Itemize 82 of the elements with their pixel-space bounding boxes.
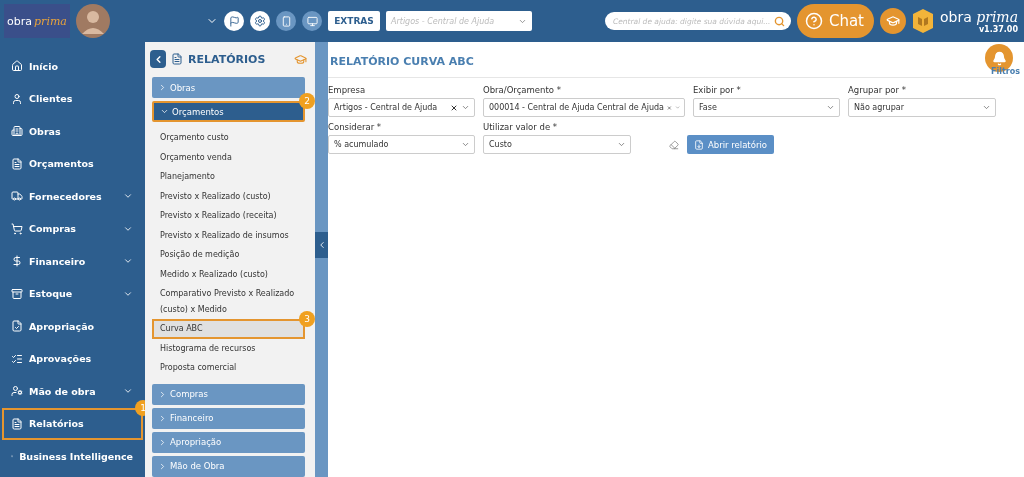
dollar-icon	[11, 255, 23, 268]
user-icon	[11, 92, 23, 105]
sidebar-item[interactable]: Clientes	[2, 82, 143, 115]
eraser-icon[interactable]	[669, 140, 679, 150]
chevron-right-icon	[158, 461, 167, 471]
report-item[interactable]: Curva ABC	[152, 319, 305, 339]
sidebar-item[interactable]: Fornecedores	[2, 180, 143, 213]
flag-icon[interactable]	[224, 11, 244, 31]
settings-icon[interactable]	[250, 11, 270, 31]
caret-icon	[461, 140, 470, 149]
question-icon	[804, 12, 823, 30]
chevron-down-icon	[160, 107, 169, 116]
field-label: Considerar *	[328, 122, 383, 132]
avatar[interactable]	[76, 4, 110, 38]
step-badge: 3	[299, 311, 315, 327]
archive-icon	[11, 287, 23, 300]
sidebar-item[interactable]: Compras	[2, 212, 143, 245]
report-item[interactable]: Previsto x Realizado (receita)	[152, 206, 305, 226]
field-label: Exibir por *	[693, 85, 742, 95]
select-field[interactable]: 000014 - Central de Ajuda Central de Ajuda	[483, 98, 685, 117]
select-field[interactable]: Artigos - Central de Ajuda	[328, 98, 475, 117]
home-icon	[11, 60, 23, 73]
chevron-right-icon	[158, 413, 167, 423]
report-item[interactable]: Proposta comercial	[152, 358, 305, 378]
caret-icon	[674, 103, 680, 112]
document-icon	[11, 417, 23, 430]
open-report-button[interactable]: Abrir relatório	[687, 135, 774, 154]
document-icon	[11, 157, 23, 170]
field-label: Empresa	[328, 85, 367, 95]
filters-link[interactable]: Filtros	[991, 67, 1020, 76]
field-label: Utilizar valor de *	[483, 122, 559, 132]
clear-icon[interactable]	[450, 103, 458, 112]
step-badge: 2	[299, 93, 315, 109]
report-item[interactable]: Orçamento venda	[152, 147, 305, 167]
cart-icon	[11, 222, 23, 235]
chevron-right-icon	[158, 437, 167, 447]
report-item[interactable]: Medido x Realizado (custo)	[152, 264, 305, 284]
sidebar-item[interactable]: Estoque	[2, 277, 143, 310]
sidebar-item[interactable]: Início	[2, 50, 143, 83]
document-icon	[694, 139, 704, 150]
user-gear-icon	[11, 385, 23, 398]
report-item[interactable]: Posição de medição	[152, 245, 305, 265]
sidebar-item[interactable]: Obras	[2, 115, 143, 148]
caret-icon	[461, 103, 470, 112]
sidebar-item[interactable]: Business Intelligence	[2, 440, 143, 473]
sidebar-item[interactable]: Apropriação	[2, 310, 143, 343]
graduation-cap-icon[interactable]	[880, 8, 906, 34]
select-field[interactable]: % acumulado	[328, 135, 475, 154]
field-label: Obra/Orçamento *	[483, 85, 562, 95]
logo[interactable]: obra prima	[4, 4, 70, 38]
panel-title: RELATÓRIOS	[188, 52, 267, 66]
document-icon	[171, 53, 183, 65]
sidebar-item[interactable]: Financeiro	[2, 245, 143, 278]
report-item[interactable]: Previsto x Realizado (custo)	[152, 186, 305, 206]
search-icon[interactable]	[773, 15, 785, 27]
report-item[interactable]: Histograma de recursos	[152, 338, 305, 358]
select-field[interactable]: Custo	[483, 135, 631, 154]
chevron-right-icon	[158, 83, 167, 92]
chevron-right-icon	[158, 389, 167, 399]
buildings-icon	[11, 125, 23, 138]
report-item[interactable]: Previsto x Realizado de insumos	[152, 225, 305, 245]
report-item[interactable]: Planejamento	[152, 167, 305, 187]
brand-logo: obra prima v1.37.00	[940, 8, 1018, 34]
caret-icon	[617, 140, 626, 149]
field-label: Agrupar por *	[848, 85, 907, 95]
report-group[interactable]: Orçamentos	[152, 101, 305, 122]
select-field[interactable]: Não agrupar	[848, 98, 996, 117]
caret-icon	[982, 103, 991, 112]
truck-icon	[11, 190, 23, 203]
caret-icon	[826, 103, 835, 112]
sidebar-item[interactable]: Aprovações	[2, 342, 143, 375]
report-item[interactable]: Orçamento custo	[152, 128, 305, 148]
collapse-button[interactable]	[150, 50, 166, 68]
monitor-icon[interactable]	[302, 11, 322, 31]
checklist-icon	[11, 352, 23, 365]
sidebar-item[interactable]: Orçamentos	[2, 147, 143, 180]
collapse-handle[interactable]	[315, 231, 328, 258]
select-field[interactable]: Fase	[693, 98, 840, 117]
phone-icon[interactable]	[276, 11, 296, 31]
cube-logo-icon	[912, 8, 934, 34]
document-check-icon	[11, 320, 23, 333]
extras-button[interactable]: EXTRAS	[328, 11, 380, 31]
